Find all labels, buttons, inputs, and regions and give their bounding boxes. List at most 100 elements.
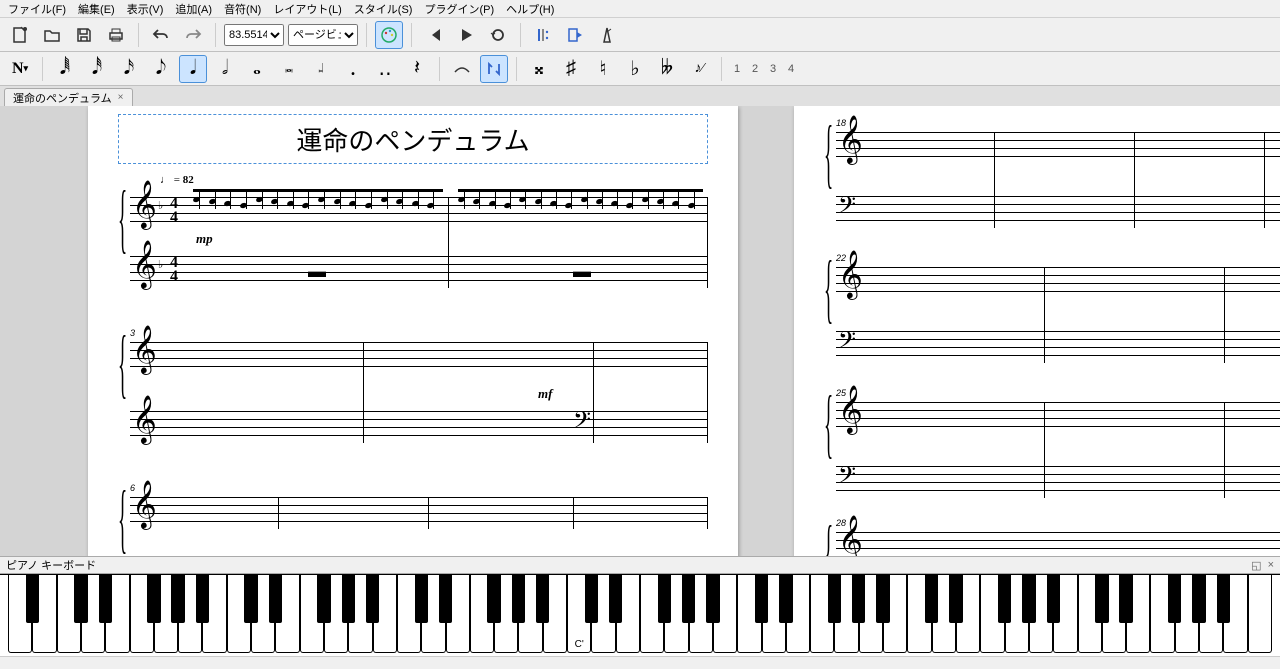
piano-black-key[interactable]	[99, 575, 112, 623]
piano-black-key[interactable]	[876, 575, 889, 623]
undo-icon	[152, 26, 170, 44]
double-flat-button[interactable]: 𝄫	[653, 55, 681, 83]
play-button[interactable]	[452, 21, 480, 49]
piano-black-key[interactable]	[682, 575, 695, 623]
score-canvas[interactable]: 運命のペンデュラム ♩ = 82 { 𝄞 𝄞 ♭ ♭ 44 44 mp	[0, 106, 1280, 556]
menu-layout[interactable]: レイアウト(L)	[269, 0, 345, 18]
loop-button[interactable]	[484, 21, 512, 49]
piano-black-key[interactable]	[585, 575, 598, 623]
piano-black-key[interactable]	[415, 575, 428, 623]
piano-black-key[interactable]	[244, 575, 257, 623]
zoom-select[interactable]: 83.5514%	[224, 24, 284, 46]
menu-edit[interactable]: 編集(E)	[74, 0, 119, 18]
undo-button[interactable]	[147, 21, 175, 49]
rewind-button[interactable]	[420, 21, 448, 49]
flat-button[interactable]: ♭	[621, 55, 649, 83]
document-tab[interactable]: 運命のペンデュラム ×	[4, 88, 133, 106]
tempo-bpm: 82	[183, 174, 194, 186]
piano-black-key[interactable]	[828, 575, 841, 623]
piano-black-key[interactable]	[1119, 575, 1132, 623]
menu-help[interactable]: ヘルプ(H)	[502, 0, 558, 18]
dynamic-mf[interactable]: mf	[538, 386, 552, 402]
piano-white-key[interactable]	[1248, 575, 1272, 653]
tie-button[interactable]	[448, 55, 476, 83]
tab-close-button[interactable]: ×	[118, 92, 124, 103]
piano-black-key[interactable]	[658, 575, 671, 623]
piano-black-key[interactable]	[196, 575, 209, 623]
duration-longa-button[interactable]: 𝆷	[307, 55, 335, 83]
piano-black-key[interactable]	[1192, 575, 1205, 623]
piano-black-key[interactable]	[1022, 575, 1035, 623]
piano-black-key[interactable]	[269, 575, 282, 623]
voice-1-button[interactable]: 1	[730, 63, 744, 75]
view-mode-select[interactable]: ページビュー	[288, 24, 358, 46]
duration-half-button[interactable]: 𝅗𝅥	[211, 55, 239, 83]
duration-64th-button[interactable]: 𝅘𝅥𝅱	[51, 55, 79, 83]
double-dot-button[interactable]: ‥	[371, 55, 399, 83]
voice-3-button[interactable]: 3	[766, 63, 780, 75]
duration-quarter-button[interactable]: 𝅘𝅥	[179, 55, 207, 83]
flip-stem-button[interactable]	[480, 55, 508, 83]
duration-whole-button[interactable]: 𝅝	[243, 55, 271, 83]
new-file-button[interactable]	[6, 21, 34, 49]
piano-black-key[interactable]	[317, 575, 330, 623]
piano-black-key[interactable]	[439, 575, 452, 623]
grace-note-button[interactable]: ♪⁄	[685, 55, 713, 83]
piano-black-key[interactable]	[1168, 575, 1181, 623]
piano-black-key[interactable]	[852, 575, 865, 623]
piano-black-key[interactable]	[755, 575, 768, 623]
menu-plugin[interactable]: プラグイン(P)	[420, 0, 498, 18]
dynamic-mp[interactable]: mp	[196, 231, 213, 247]
piano-black-key[interactable]	[609, 575, 622, 623]
natural-button[interactable]: ♮	[589, 55, 617, 83]
metronome-button[interactable]	[593, 21, 621, 49]
panel-close-button[interactable]: ×	[1268, 559, 1274, 572]
duration-32nd-button[interactable]: 𝅘𝅥𝅰	[83, 55, 111, 83]
pan-toggle-button[interactable]	[561, 21, 589, 49]
piano-black-key[interactable]	[487, 575, 500, 623]
menu-style[interactable]: スタイル(S)	[350, 0, 417, 18]
note-input-toggle[interactable]: N▾	[6, 55, 34, 83]
piano-black-key[interactable]	[1047, 575, 1060, 623]
open-file-button[interactable]	[38, 21, 66, 49]
save-button[interactable]	[70, 21, 98, 49]
piano-black-key[interactable]	[536, 575, 549, 623]
piano-black-key[interactable]	[171, 575, 184, 623]
tempo-marking[interactable]: ♩ = 82	[160, 174, 194, 186]
duration-breve-button[interactable]: 𝅜	[275, 55, 303, 83]
piano-black-key[interactable]	[1095, 575, 1108, 623]
piano-black-key[interactable]	[1217, 575, 1230, 623]
piano-black-key[interactable]	[706, 575, 719, 623]
double-sharp-button[interactable]: 𝄪	[525, 55, 553, 83]
menu-add[interactable]: 追加(A)	[171, 0, 216, 18]
rest-button[interactable]: 𝄽	[403, 55, 431, 83]
voice-4-button[interactable]: 4	[784, 63, 798, 75]
repeat-toggle-button[interactable]	[529, 21, 557, 49]
piano-black-key[interactable]	[366, 575, 379, 623]
piano-black-key[interactable]	[949, 575, 962, 623]
duration-8th-button[interactable]: 𝅘𝅥𝅮	[147, 55, 175, 83]
image-capture-button[interactable]	[375, 21, 403, 49]
piano-black-key[interactable]	[342, 575, 355, 623]
piano-black-key[interactable]	[925, 575, 938, 623]
redo-button[interactable]	[179, 21, 207, 49]
score-title[interactable]: 運命のペンデュラム	[296, 121, 529, 158]
dot-button[interactable]: .	[339, 55, 367, 83]
piano-black-key[interactable]	[147, 575, 160, 623]
menu-note[interactable]: 音符(N)	[220, 0, 265, 18]
piano-keys[interactable]: C'	[8, 575, 1280, 655]
title-frame[interactable]: 運命のペンデュラム	[118, 114, 708, 164]
piano-black-key[interactable]	[512, 575, 525, 623]
piano-panel-header[interactable]: ピアノ キーボード ◱ ×	[0, 556, 1280, 574]
duration-16th-button[interactable]: 𝅘𝅥𝅯	[115, 55, 143, 83]
menu-view[interactable]: 表示(V)	[123, 0, 168, 18]
voice-2-button[interactable]: 2	[748, 63, 762, 75]
piano-black-key[interactable]	[26, 575, 39, 623]
panel-float-button[interactable]: ◱	[1251, 559, 1261, 572]
piano-black-key[interactable]	[779, 575, 792, 623]
menu-file[interactable]: ファイル(F)	[4, 0, 70, 18]
print-button[interactable]	[102, 21, 130, 49]
piano-black-key[interactable]	[998, 575, 1011, 623]
piano-black-key[interactable]	[74, 575, 87, 623]
sharp-button[interactable]: ♯	[557, 55, 585, 83]
